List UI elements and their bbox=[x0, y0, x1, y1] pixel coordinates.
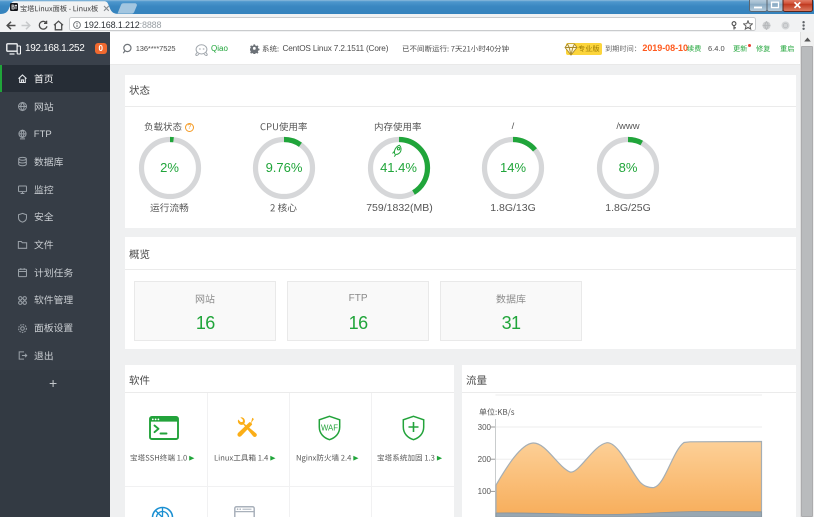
svg-text:WAF: WAF bbox=[320, 423, 337, 432]
